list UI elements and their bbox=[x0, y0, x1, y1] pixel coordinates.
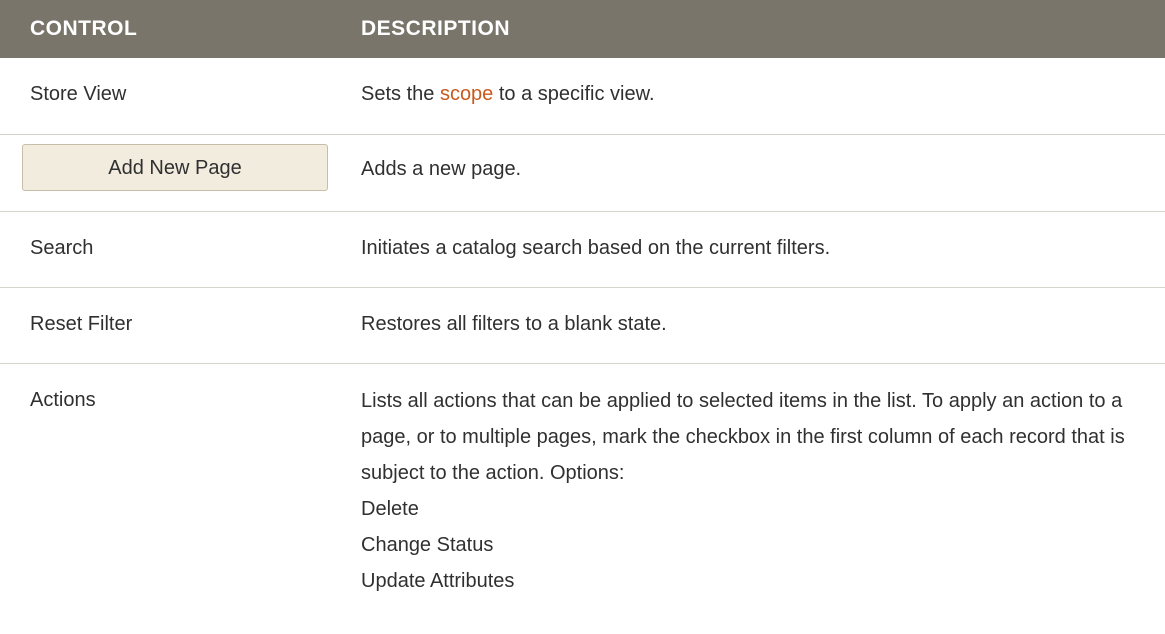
description-block: Lists all actions that can be applied to… bbox=[361, 389, 1165, 599]
controls-table: CONTROL DESCRIPTION Store View Sets the … bbox=[0, 0, 1165, 599]
description-text: Sets the scope to a specific view. bbox=[361, 83, 1165, 134]
description-text: Adds a new page. bbox=[361, 158, 522, 180]
description-text: Lists all actions that can be applied to… bbox=[361, 390, 1125, 484]
description-text: Restores all filters to a blank state. bbox=[361, 313, 667, 335]
option-delete: Delete bbox=[361, 498, 419, 520]
control-label: Reset Filter bbox=[30, 313, 133, 335]
table-row: Reset Filter Restores all filters to a b… bbox=[0, 288, 1165, 364]
add-new-page-button[interactable]: Add New Page bbox=[22, 144, 328, 191]
table-row: Search Initiates a catalog search based … bbox=[0, 212, 1165, 288]
control-label: Store View bbox=[30, 83, 127, 105]
option-change-status: Change Status bbox=[361, 534, 494, 556]
table-header: CONTROL DESCRIPTION bbox=[0, 0, 1165, 58]
description-suffix: to a specific view. bbox=[493, 83, 655, 105]
scope-link[interactable]: scope bbox=[440, 83, 493, 105]
description-prefix: Sets the bbox=[361, 83, 440, 105]
option-update-attributes: Update Attributes bbox=[361, 570, 515, 592]
control-cell: Add New Page bbox=[0, 135, 361, 211]
table-row: Add New Page Adds a new page. bbox=[0, 135, 1165, 212]
table-row: Actions Lists all actions that can be ap… bbox=[0, 364, 1165, 599]
header-description: DESCRIPTION bbox=[361, 17, 511, 40]
table-row: Store View Sets the scope to a specific … bbox=[0, 58, 1165, 135]
control-label: Search bbox=[30, 237, 94, 259]
description-text: Initiates a catalog search based on the … bbox=[361, 237, 831, 259]
header-control: CONTROL bbox=[30, 17, 138, 40]
control-label: Actions bbox=[30, 389, 96, 411]
